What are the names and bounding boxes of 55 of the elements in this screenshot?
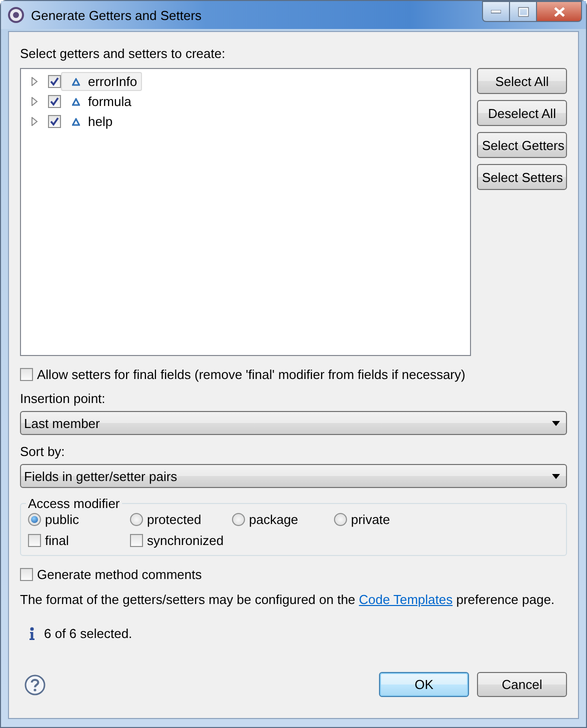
code-templates-link[interactable]: Code Templates xyxy=(358,592,453,607)
window-title: Generate Getters and Setters xyxy=(31,8,203,22)
side-button[interactable]: Select Setters xyxy=(477,164,567,190)
dropdown[interactable]: Fields in getter/setter pairs xyxy=(20,464,567,488)
app-icon xyxy=(7,6,25,24)
checkbox[interactable] xyxy=(130,534,143,547)
field-icon xyxy=(72,118,80,126)
close-icon xyxy=(554,6,564,16)
field-label: Insertion point: xyxy=(20,391,106,406)
radio-button[interactable] xyxy=(232,513,245,526)
side-button[interactable]: Select All xyxy=(477,68,567,94)
radio-label: protected xyxy=(147,512,202,527)
radio-button[interactable] xyxy=(130,513,143,526)
group-title: Access modifier xyxy=(27,496,121,511)
radio-label: public xyxy=(45,512,79,527)
tree-item[interactable]: help xyxy=(61,112,118,130)
radio-label: package xyxy=(249,512,298,527)
checkbox-label: Allow setters for final fields (remove 'final' modifier from fields if necessary) xyxy=(37,367,466,382)
caret-icon xyxy=(552,474,560,478)
expand-arrow-icon[interactable] xyxy=(31,96,38,106)
checkbox[interactable] xyxy=(48,74,61,88)
close-button[interactable] xyxy=(536,1,582,22)
status-text: 6 of 6 selected. xyxy=(44,626,132,641)
minimize-icon xyxy=(491,10,501,14)
tree-item[interactable]: errorInfo xyxy=(61,72,142,90)
info-icon xyxy=(29,627,35,640)
field-icon xyxy=(72,98,80,106)
checkbox[interactable] xyxy=(20,368,33,381)
checkbox-label: final xyxy=(45,533,69,548)
radio-button[interactable] xyxy=(334,513,347,526)
checkbox[interactable] xyxy=(48,94,61,108)
side-button[interactable]: Select Getters xyxy=(477,132,567,158)
dialog-button[interactable]: OK xyxy=(379,672,469,697)
checkbox[interactable] xyxy=(20,568,33,581)
prompt-label: Select getters and setters to create: xyxy=(20,46,226,61)
dialog-button[interactable]: Cancel xyxy=(477,672,567,697)
checkbox-label: synchronized xyxy=(147,533,224,548)
maximize-button[interactable] xyxy=(509,1,536,22)
info-text: The format of the getters/setters may be configured on the Code Templates preference page. xyxy=(20,592,556,607)
caret-icon xyxy=(552,420,560,426)
minimize-button[interactable] xyxy=(482,1,509,22)
radio-button[interactable] xyxy=(28,513,41,526)
checkbox-label: Generate method comments xyxy=(37,567,202,582)
maximize-icon xyxy=(518,6,528,16)
checkbox[interactable] xyxy=(28,534,41,547)
dropdown[interactable]: Last member xyxy=(20,411,567,435)
expand-arrow-icon[interactable] xyxy=(31,76,38,86)
radio-label: private xyxy=(351,512,390,527)
field-icon xyxy=(72,78,80,86)
expand-arrow-icon[interactable] xyxy=(31,116,38,126)
checkbox[interactable] xyxy=(48,114,61,128)
side-button[interactable]: Deselect All xyxy=(477,100,567,126)
help-icon[interactable] xyxy=(24,674,46,696)
tree-item[interactable]: formula xyxy=(61,92,136,110)
field-label: Sort by: xyxy=(20,444,66,459)
